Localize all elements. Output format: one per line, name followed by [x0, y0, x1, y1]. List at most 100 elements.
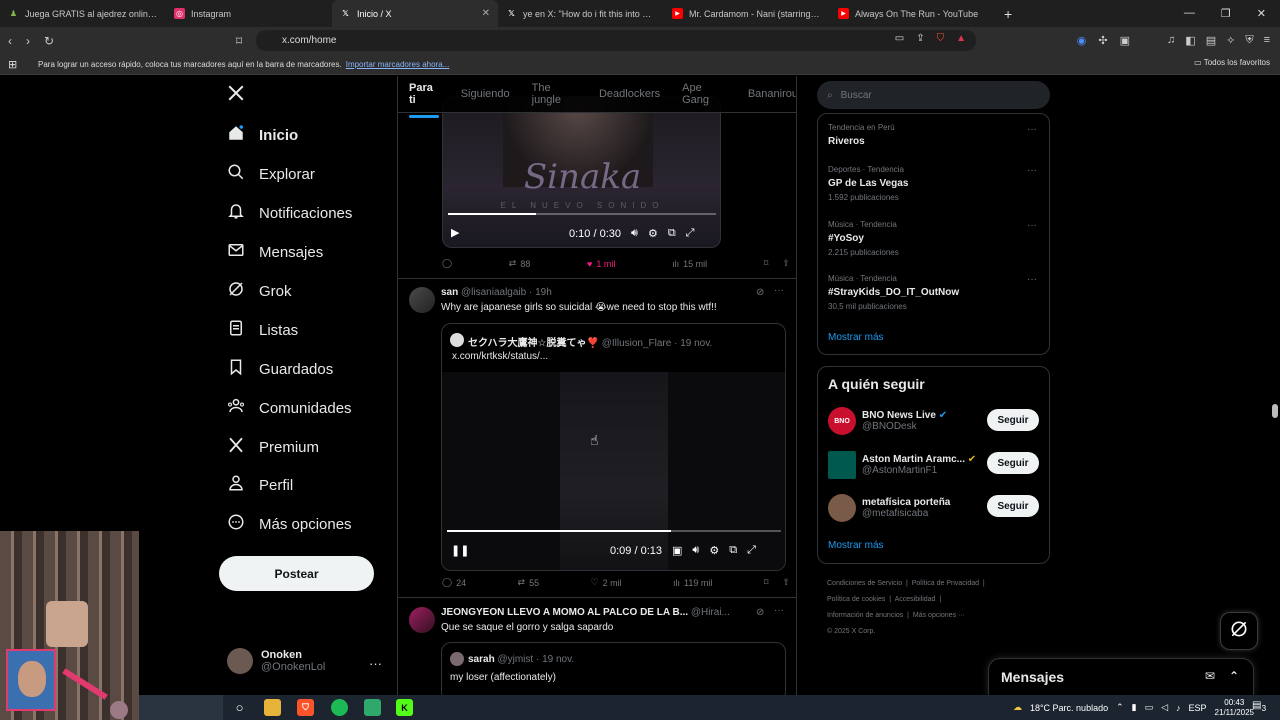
sidebar-icon[interactable]: ◧	[1185, 34, 1195, 47]
captions-icon[interactable]: ▣	[672, 544, 682, 557]
show-more-link[interactable]: Mostrar más	[828, 540, 884, 551]
fullscreen-icon[interactable]: ⤢	[686, 227, 695, 240]
minimize-icon[interactable]: —	[1184, 7, 1195, 20]
apps-grid-icon[interactable]: ⊞	[8, 58, 17, 71]
reply-icon[interactable]: ◯	[442, 258, 452, 269]
wallet-icon[interactable]: ▤	[1206, 34, 1216, 47]
nav-item-premium[interactable]: Premium	[227, 436, 319, 458]
brave-shield-icon[interactable]: ⛉	[937, 33, 945, 44]
like-button[interactable]: ♡ 2 mil	[591, 577, 622, 588]
sound-icon[interactable]: ♪	[1176, 703, 1181, 713]
pause-icon[interactable]: ❚❚	[451, 544, 469, 557]
footer-link[interactable]: Accesibilidad	[895, 596, 936, 603]
settings-icon[interactable]: ⚙	[709, 544, 719, 557]
more-icon[interactable]: ···	[1027, 124, 1037, 135]
url-field[interactable]: x.com/home ▭ ⇪ ⛉ ▲	[256, 30, 976, 51]
account-more-icon[interactable]: ···	[369, 656, 382, 671]
trend-item[interactable]: Música · Tendencia #YoSoy 2.215 publicac…	[828, 220, 899, 257]
trend-item[interactable]: Tendencia en Perú Riveros	[828, 123, 895, 147]
reload-icon[interactable]: ↻	[44, 34, 54, 48]
settings-icon[interactable]: ⚙	[648, 227, 658, 240]
grok-icon[interactable]: ⊘	[756, 287, 764, 298]
footer-link[interactable]: Política de Privacidad	[912, 580, 979, 587]
forward-icon[interactable]: ›	[26, 34, 30, 48]
tab-for-you[interactable]: Para ti	[409, 82, 439, 118]
scrollbar[interactable]	[1272, 404, 1278, 418]
fullscreen-icon[interactable]: ⤢	[747, 544, 756, 557]
nav-item-bookmarks[interactable]: Guardados	[227, 358, 333, 380]
more-icon[interactable]: ···	[774, 605, 784, 616]
author-name[interactable]: JEONGYEON LLEVO A MOMO AL PALCO DE LA B.…	[441, 607, 688, 618]
share-icon[interactable]: ⇧	[782, 258, 790, 269]
nav-item-messages[interactable]: Mensajes	[227, 241, 323, 263]
follow-suggestion[interactable]: metafísica porteña @metafisicaba	[828, 494, 950, 522]
spotify-icon[interactable]	[331, 699, 348, 716]
nav-item-more[interactable]: Más opciones	[227, 513, 352, 535]
restore-icon[interactable]: ❐	[1221, 7, 1231, 20]
nav-item-grok[interactable]: Grok	[227, 280, 292, 302]
browser-tab-active[interactable]: 𝕏 Inicio / X ✕	[332, 0, 498, 27]
volume-icon[interactable]: ◁	[1161, 702, 1168, 713]
all-favorites-button[interactable]: ▭ Todos los favoritos	[1194, 58, 1270, 67]
browser-tab[interactable]: ▶ Always On The Run - YouTube	[830, 0, 996, 27]
tab-ape-gang[interactable]: Ape Gang	[682, 82, 726, 106]
volume-icon[interactable]: 🔊︎	[631, 227, 638, 240]
quoted-tweet[interactable]: sarah @yjmist · 19 nov. my loser (affect…	[441, 642, 786, 696]
grok-floating-button[interactable]	[1220, 612, 1258, 650]
new-message-icon[interactable]: ✉	[1205, 669, 1215, 683]
retweet-button[interactable]: ⇄ 55	[518, 577, 540, 588]
tweet-time[interactable]: 19h	[535, 287, 552, 298]
more-icon[interactable]: ···	[1027, 165, 1037, 176]
views-button[interactable]: ılı 119 mil	[673, 577, 712, 588]
follow-button[interactable]: Seguir	[987, 495, 1039, 517]
avatar[interactable]	[409, 607, 435, 633]
more-icon[interactable]: ···	[1027, 220, 1037, 231]
kick-icon[interactable]: K	[396, 699, 413, 716]
retweet-button[interactable]: ⇄ 88	[509, 258, 531, 269]
menu-icon[interactable]: ≡	[1264, 34, 1270, 47]
close-window-icon[interactable]: ✕	[1257, 7, 1266, 20]
follow-button[interactable]: Seguir	[987, 452, 1039, 474]
author-handle[interactable]: @Hirai...	[691, 607, 730, 618]
leo-icon[interactable]: ✧	[1226, 34, 1235, 47]
vpn-icon[interactable]: ⛨	[1245, 34, 1253, 47]
search-input[interactable]: ⌕ Buscar	[817, 81, 1050, 109]
share-icon[interactable]: ⇧	[782, 577, 790, 588]
nav-item-profile[interactable]: Perfil	[227, 474, 293, 496]
network-icon[interactable]: ▭	[1145, 702, 1154, 713]
video-progress-track[interactable]	[447, 530, 781, 532]
author-handle[interactable]: @lisaniaalgaib	[461, 287, 526, 298]
show-more-link[interactable]: Mostrar más	[828, 332, 884, 343]
file-explorer-icon[interactable]	[264, 699, 281, 716]
collapse-icon[interactable]: ⌃	[1229, 669, 1239, 683]
pip-icon[interactable]: ⧉	[729, 544, 737, 557]
nav-item-notifications[interactable]: Notificaciones	[227, 202, 352, 224]
trend-item[interactable]: Deportes · Tendencia GP de Las Vegas 1.5…	[828, 165, 908, 202]
taskbar-search[interactable]	[139, 695, 223, 720]
like-button[interactable]: ♥ 1 mil	[587, 258, 615, 269]
back-icon[interactable]: ‹	[8, 34, 12, 48]
mic-icon[interactable]: ▮	[1132, 702, 1137, 713]
messages-drawer[interactable]: Mensajes ✉ ⌃	[988, 658, 1254, 696]
follow-suggestion[interactable]: Aston Martin Aramc... ✔ @AstonMartinF1	[828, 451, 976, 479]
nav-item-home[interactable]: Inicio	[227, 124, 298, 146]
footer-link[interactable]: Información de anuncios	[827, 612, 903, 619]
audio-icon[interactable]: ◉	[1077, 34, 1087, 47]
bookmark-icon[interactable]: ⌑	[764, 258, 769, 269]
x-logo-icon[interactable]	[227, 84, 245, 107]
quoted-tweet[interactable]: セクハラ大鷹神☆脱糞てゃ❣️ @Illusion_Flare · 19 nov.…	[441, 323, 786, 571]
volume-icon[interactable]: 🔊︎	[692, 544, 699, 557]
trend-item[interactable]: Música · Tendencia #StrayKids_DO_IT_OutN…	[828, 274, 959, 311]
pip-icon[interactable]: ⧉	[668, 227, 676, 240]
author-name[interactable]: san	[441, 287, 458, 298]
cortana-icon[interactable]: ○	[231, 699, 248, 716]
screenshot-icon[interactable]: ▣	[1120, 34, 1130, 47]
browser-tab[interactable]: ▶ Mr. Cardamom - Nani (starring Madi	[664, 0, 830, 27]
tab-bananirou[interactable]: Bananirou	[748, 88, 796, 100]
browser-tab[interactable]: ◎ Instagram	[166, 0, 332, 27]
clock[interactable]: 00:43 21/11/2025	[1215, 698, 1254, 718]
tray-chevron-icon[interactable]: ⌃	[1116, 702, 1124, 713]
bookmark-icon[interactable]: ⌑	[764, 577, 769, 588]
views-button[interactable]: ılı 15 mil	[672, 258, 707, 269]
music-icon[interactable]: ♫	[1167, 34, 1175, 47]
